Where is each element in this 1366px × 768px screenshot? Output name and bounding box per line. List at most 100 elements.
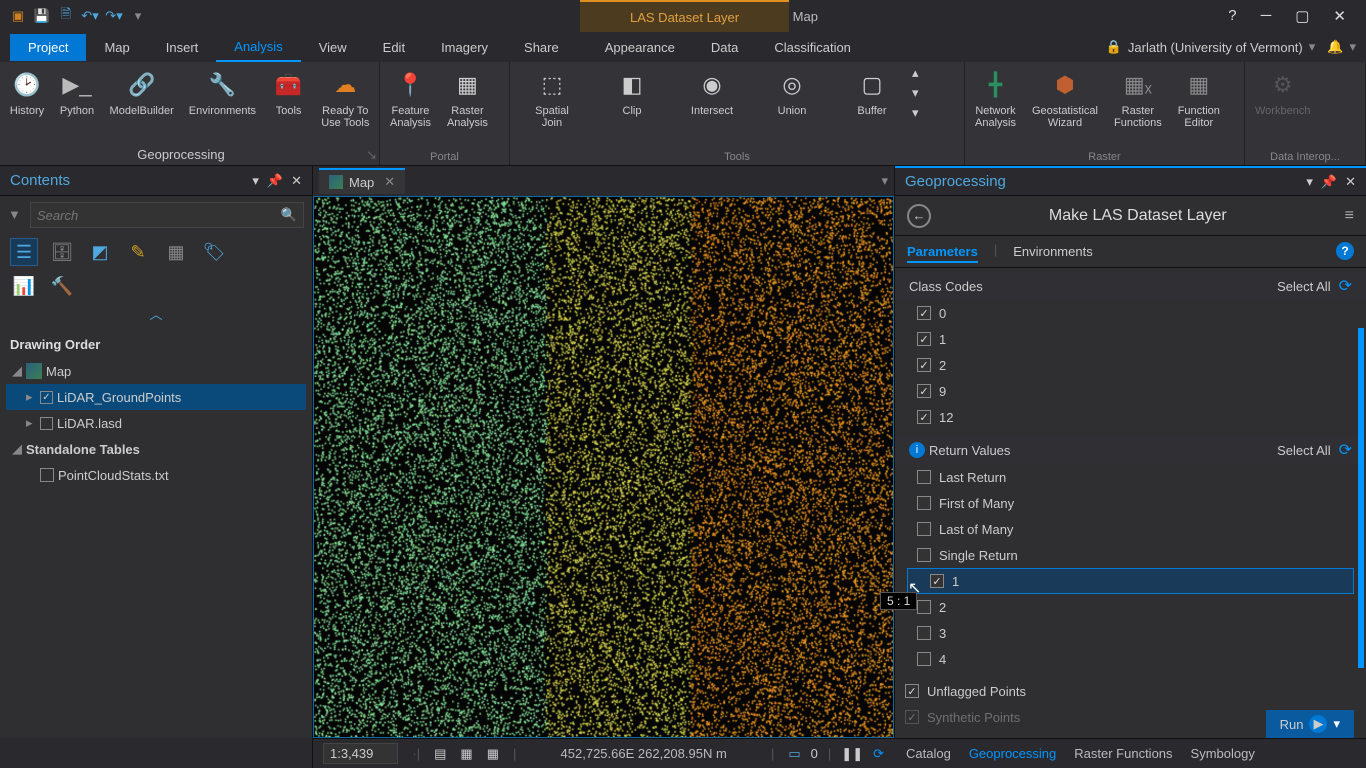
toc-edit-icon[interactable]: ✎ — [124, 238, 152, 266]
checkbox-icon[interactable] — [905, 684, 919, 698]
footer-catalog[interactable]: Catalog — [906, 746, 951, 761]
map-tab-close-icon[interactable]: ✕ — [384, 174, 395, 190]
btn-raster-analysis[interactable]: ▦Raster Analysis — [439, 65, 496, 129]
map-view-tab[interactable]: Map ✕ — [319, 168, 405, 194]
tab-project[interactable]: Project — [10, 34, 86, 61]
checkbox-icon[interactable] — [917, 496, 931, 510]
filter-icon[interactable]: ▼ — [8, 207, 24, 223]
btn-buffer[interactable]: ▢Buffer — [832, 65, 912, 117]
btn-history[interactable]: 🕑History — [2, 65, 52, 117]
qat-open-icon[interactable]: ▣ — [10, 8, 26, 24]
btn-network[interactable]: ╋Network Analysis — [967, 65, 1024, 129]
checkbox-icon[interactable]: ✓ — [40, 391, 53, 404]
btn-tools[interactable]: 🧰Tools — [264, 65, 314, 117]
return-row[interactable]: 2 — [895, 594, 1366, 620]
tab-data[interactable]: Data — [693, 34, 756, 61]
toc-chart-icon[interactable]: 📊 — [10, 272, 38, 300]
gp-scrollbar[interactable] — [1358, 328, 1364, 668]
class-row[interactable]: 2 — [895, 352, 1366, 378]
checkbox-icon[interactable] — [917, 358, 931, 372]
btn-union[interactable]: ◎Union — [752, 65, 832, 117]
search-icon[interactable]: 🔍 — [281, 207, 297, 223]
map-tabs-dropdown-icon[interactable]: ▾ — [881, 173, 894, 189]
checkbox-icon[interactable] — [917, 522, 931, 536]
contents-pin-icon[interactable]: 📌 — [267, 173, 283, 189]
footer-symbology[interactable]: Symbology — [1191, 746, 1255, 761]
contents-close-icon[interactable]: ✕ — [291, 173, 302, 189]
run-button[interactable]: Run ▶▾ — [1266, 710, 1354, 738]
class-row[interactable]: 1 — [895, 326, 1366, 352]
qat-undo-icon[interactable]: ↶▾ — [82, 8, 98, 24]
btn-geostat[interactable]: ⬢Geostatistical Wizard — [1024, 65, 1106, 129]
return-row[interactable]: 3 — [895, 620, 1366, 646]
unflagged-row[interactable]: Unflagged Points — [895, 678, 1366, 704]
maximize-icon[interactable]: ▢ — [1295, 7, 1309, 25]
status-refresh-icon[interactable]: ⟳ — [873, 746, 884, 762]
class-selectall[interactable]: Select All — [1277, 279, 1330, 294]
return-row[interactable]: Last of Many — [895, 516, 1366, 542]
tab-appearance[interactable]: Appearance — [587, 34, 693, 61]
btn-raster-functions[interactable]: ▦ₓRaster Functions — [1106, 65, 1170, 129]
checkbox-icon[interactable] — [917, 384, 931, 398]
status-grid2-icon[interactable]: ▦ — [460, 746, 472, 762]
checkbox-icon[interactable] — [930, 574, 944, 588]
footer-geoprocessing[interactable]: Geoprocessing — [969, 746, 1056, 761]
status-grid3-icon[interactable]: ▦ — [487, 746, 499, 762]
toc-source-icon[interactable]: 🗄 — [48, 238, 76, 266]
btn-spatial-join[interactable]: ⬚Spatial Join — [512, 65, 592, 129]
gp-dropdown-icon[interactable]: ▾ — [1306, 174, 1313, 190]
class-row[interactable]: 12 — [895, 404, 1366, 430]
gp-help-icon[interactable]: ? — [1336, 242, 1354, 260]
tab-classification[interactable]: Classification — [756, 34, 869, 61]
tab-edit[interactable]: Edit — [365, 34, 423, 61]
toc-layer-lasd[interactable]: ▸LiDAR.lasd — [6, 410, 306, 436]
returns-refresh-icon[interactable]: ⟳ — [1339, 440, 1352, 460]
btn-clip[interactable]: ◧Clip — [592, 65, 672, 117]
gp-close-icon[interactable]: ✕ — [1345, 174, 1356, 190]
toc-selection-icon[interactable]: ◩ — [86, 238, 114, 266]
checkbox-icon[interactable] — [917, 470, 931, 484]
class-refresh-icon[interactable]: ⟳ — [1339, 276, 1352, 296]
contents-search-input[interactable] — [37, 208, 281, 223]
checkbox-icon[interactable] — [905, 710, 919, 724]
status-selection-icon[interactable]: ▭ — [788, 746, 800, 762]
qat-save2-icon[interactable]: 🗎 — [58, 8, 74, 24]
btn-python[interactable]: ▶_Python — [52, 65, 102, 117]
return-row[interactable]: Last Return — [895, 464, 1366, 490]
gp-back-button[interactable]: ← — [907, 204, 931, 228]
info-icon[interactable]: i — [909, 442, 925, 458]
toc-draworder-icon[interactable]: ☰ — [10, 238, 38, 266]
checkbox-icon[interactable] — [917, 548, 931, 562]
checkbox-icon[interactable] — [917, 306, 931, 320]
minimize-icon[interactable]: ─ — [1261, 7, 1272, 25]
qat-save-icon[interactable]: 💾 — [34, 8, 50, 24]
checkbox-icon[interactable] — [917, 600, 931, 614]
toc-table-pointcloudstats[interactable]: PointCloudStats.txt — [6, 462, 306, 488]
tab-view[interactable]: View — [301, 34, 365, 61]
qat-custom-icon[interactable]: ▾ — [130, 8, 146, 24]
context-tab-lasdataset[interactable]: LAS Dataset Layer — [580, 0, 789, 32]
returns-selectall[interactable]: Select All — [1277, 443, 1330, 458]
checkbox-icon[interactable] — [917, 652, 931, 666]
qat-redo-icon[interactable]: ↷▾ — [106, 8, 122, 24]
tab-imagery[interactable]: Imagery — [423, 34, 506, 61]
btn-ready[interactable]: ☁Ready To Use Tools — [314, 65, 377, 129]
toc-standalone[interactable]: ◢Standalone Tables — [6, 436, 306, 462]
toc-swipe-icon[interactable]: 🔨 — [48, 272, 76, 300]
btn-modelbuilder[interactable]: 🔗ModelBuilder — [102, 65, 181, 117]
checkbox-icon[interactable] — [917, 626, 931, 640]
class-row[interactable]: 9 — [895, 378, 1366, 404]
gp-tab-parameters[interactable]: Parameters — [907, 242, 978, 263]
checkbox-icon[interactable] — [917, 410, 931, 424]
toc-map[interactable]: ◢Map — [6, 358, 306, 384]
toc-layer-groundpoints[interactable]: ▸✓LiDAR_GroundPoints — [6, 384, 306, 410]
status-pause-icon[interactable]: ❚❚ — [841, 746, 863, 762]
return-row[interactable]: First of Many — [895, 490, 1366, 516]
gp-pin-icon[interactable]: 📌 — [1321, 174, 1337, 190]
return-row-selected[interactable]: 1 — [907, 568, 1354, 594]
btn-intersect[interactable]: ◉Intersect — [672, 65, 752, 117]
checkbox-icon[interactable] — [40, 417, 53, 430]
bell-icon[interactable]: 🔔 — [1327, 39, 1343, 55]
tab-insert[interactable]: Insert — [148, 34, 217, 61]
tab-map[interactable]: Map — [86, 34, 147, 61]
